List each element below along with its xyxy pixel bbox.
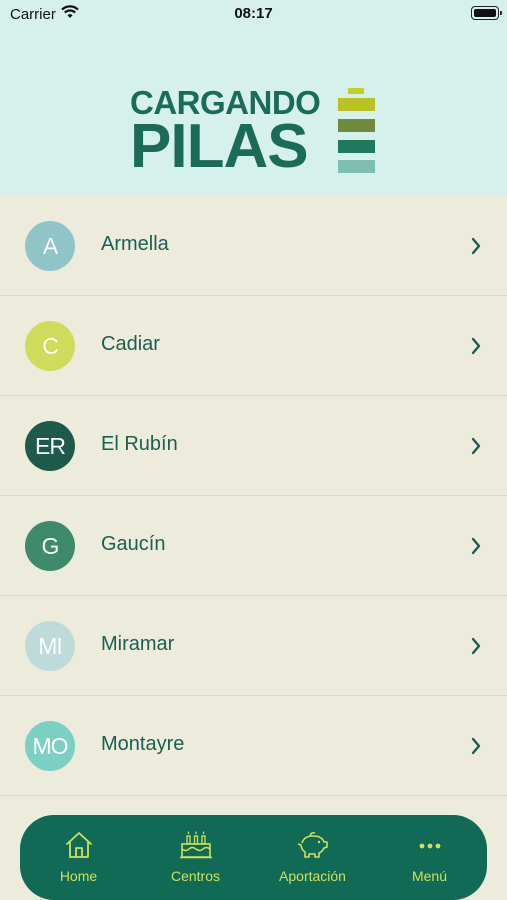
tab-menu-label: Menú bbox=[411, 868, 448, 884]
list-item-label: El Rubín bbox=[101, 433, 178, 455]
tab-centros[interactable]: Centros bbox=[137, 815, 254, 900]
logo-line2: PILAS bbox=[130, 112, 309, 181]
chevron-right-icon bbox=[471, 437, 481, 455]
status-time: 08:17 bbox=[234, 5, 273, 22]
tab-menu[interactable]: Menú bbox=[371, 815, 488, 900]
list-item[interactable]: A Armella bbox=[0, 196, 507, 296]
chevron-right-icon bbox=[471, 537, 481, 555]
tab-bar: Home Centros Aportación Menú bbox=[20, 815, 487, 900]
avatar: MI bbox=[25, 621, 75, 671]
list-item[interactable]: ER El Rubín bbox=[0, 396, 507, 496]
avatar: A bbox=[25, 221, 75, 271]
avatar: ER bbox=[25, 421, 75, 471]
app-logo: CARGANDO PILAS bbox=[130, 86, 380, 206]
list-item[interactable]: G Gaucín bbox=[0, 496, 507, 596]
list-item-label: Montayre bbox=[101, 733, 185, 755]
chevron-right-icon bbox=[471, 337, 481, 355]
avatar: G bbox=[25, 521, 75, 571]
chevron-right-icon bbox=[471, 637, 481, 655]
tab-home-label: Home bbox=[59, 868, 98, 884]
list-item[interactable]: MI Miramar bbox=[0, 596, 507, 696]
tab-home[interactable]: Home bbox=[20, 815, 137, 900]
list-item[interactable]: MO Montayre bbox=[0, 696, 507, 796]
list-item-label: Gaucín bbox=[101, 533, 166, 555]
cake-icon bbox=[179, 831, 212, 859]
tab-centros-label: Centros bbox=[170, 868, 221, 884]
chevron-right-icon bbox=[471, 237, 481, 255]
home-icon bbox=[65, 832, 92, 858]
header: CARGANDO PILAS bbox=[0, 28, 507, 196]
centers-list: A Armella C Cadiar ER El Rubín G Gaucín … bbox=[0, 196, 507, 796]
piggy-bank-icon bbox=[297, 832, 328, 858]
list-item-label: Miramar bbox=[101, 633, 175, 655]
battery-icon bbox=[471, 6, 502, 20]
more-icon bbox=[419, 843, 440, 849]
status-bar: Carrier 08:17 bbox=[0, 0, 507, 28]
avatar: MO bbox=[25, 721, 75, 771]
list-item-label: Cadiar bbox=[101, 333, 160, 355]
tab-aportacion-label: Aportación bbox=[279, 868, 346, 884]
avatar: C bbox=[25, 321, 75, 371]
chevron-right-icon bbox=[471, 737, 481, 755]
list-item-label: Armella bbox=[101, 233, 169, 255]
list-item[interactable]: C Cadiar bbox=[0, 296, 507, 396]
battery-logo-icon bbox=[338, 88, 378, 176]
tab-aportacion[interactable]: Aportación bbox=[254, 815, 371, 900]
